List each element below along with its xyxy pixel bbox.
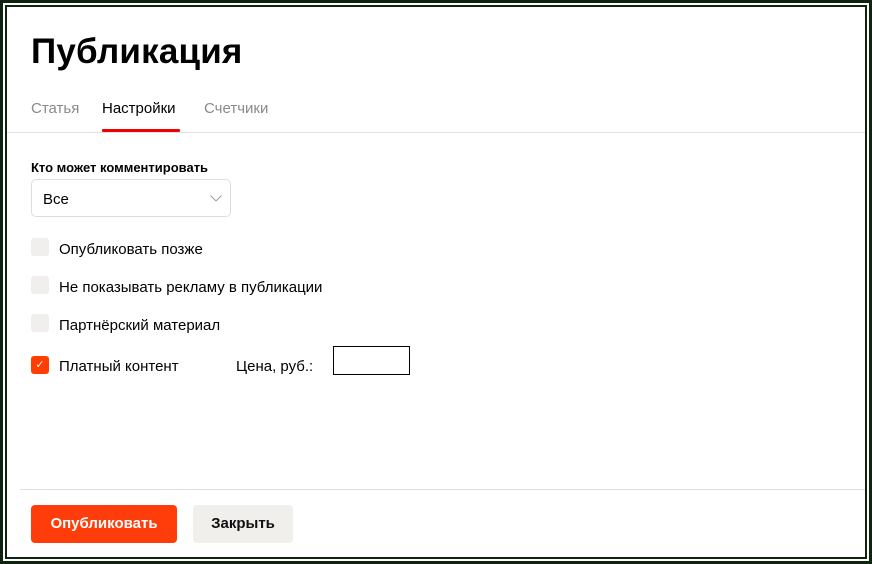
comments-label: Кто может комментировать <box>31 160 209 175</box>
comments-select[interactable]: Все <box>31 179 231 217</box>
partner-material-label[interactable]: Партнёрский материал <box>59 317 220 334</box>
checkmark-icon: ✓ <box>35 359 45 371</box>
comments-select-value: Все <box>43 191 69 208</box>
price-label: Цена, руб.: <box>236 358 314 375</box>
publish-later-label[interactable]: Опубликовать позже <box>59 241 203 258</box>
paid-content-checkbox[interactable]: ✓ <box>31 356 49 374</box>
no-ads-label[interactable]: Не показывать рекламу в публикации <box>59 279 322 296</box>
tab-settings[interactable]: Настройки <box>102 100 176 117</box>
close-button[interactable]: Закрыть <box>193 505 293 543</box>
paid-content-label[interactable]: Платный контент <box>59 358 179 375</box>
publish-later-checkbox[interactable] <box>31 238 49 256</box>
tab-counters[interactable]: Счетчики <box>204 100 268 117</box>
footer-divider <box>20 489 865 490</box>
chevron-down-icon <box>210 190 222 202</box>
partner-material-checkbox[interactable] <box>31 314 49 332</box>
tabs-divider <box>7 132 865 133</box>
tab-article[interactable]: Статья <box>31 100 79 117</box>
page-title: Публикация <box>31 32 243 71</box>
no-ads-checkbox[interactable] <box>31 276 49 294</box>
publish-button[interactable]: Опубликовать <box>31 505 177 543</box>
price-input[interactable] <box>333 346 410 375</box>
